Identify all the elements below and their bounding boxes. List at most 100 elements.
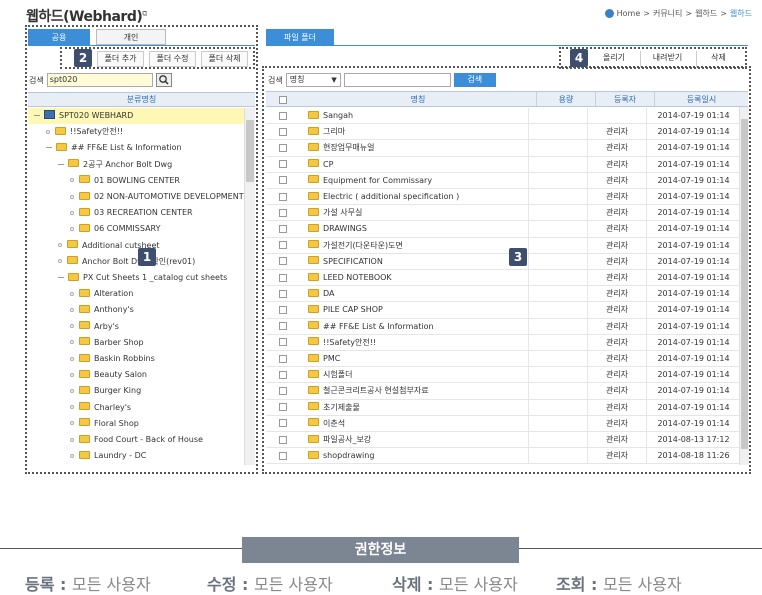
row-checkbox[interactable]	[279, 370, 287, 379]
tree-item[interactable]: Food Court - Back of House	[28, 432, 244, 448]
row-name-cell[interactable]: LEED NOTEBOOK	[300, 270, 528, 285]
row-name-cell[interactable]: 시험폴더	[300, 367, 528, 382]
tree-toggle-icon[interactable]	[58, 163, 64, 165]
row-name-cell[interactable]: 이춘석	[300, 416, 528, 431]
row-name-cell[interactable]: DRAWINGS	[300, 221, 528, 236]
row-checkbox[interactable]	[279, 289, 287, 298]
tab-public[interactable]: 공용	[28, 29, 90, 45]
row-name-cell[interactable]: PMC	[300, 351, 528, 366]
tree-toggle-icon[interactable]	[34, 115, 40, 116]
table-row[interactable]: PILE CAP SHOP 관리자 2014-07-19 01:14	[266, 302, 740, 319]
tree-item[interactable]: 01 BOWLING CENTER	[28, 173, 244, 189]
row-checkbox[interactable]	[279, 160, 287, 169]
upload-button[interactable]: 올리기	[592, 51, 636, 67]
table-row[interactable]: CP 관리자 2014-07-19 01:14	[266, 156, 740, 173]
row-checkbox[interactable]	[279, 192, 287, 201]
table-row[interactable]: LEED NOTEBOOK 관리자 2014-07-19 01:14	[266, 270, 740, 287]
grid-header-date[interactable]: 등록일시	[654, 92, 748, 106]
table-row[interactable]: 가설전기(다운타운)도면 관리자 2014-07-19 01:14	[266, 237, 740, 254]
row-checkbox[interactable]	[279, 257, 287, 266]
row-checkbox[interactable]	[279, 111, 287, 120]
edit-folder-button[interactable]: 폴더 수정	[149, 51, 196, 67]
row-checkbox[interactable]	[279, 435, 287, 444]
table-row[interactable]: DRAWINGS 관리자 2014-07-19 01:14	[266, 221, 740, 238]
row-name-cell[interactable]: shopdrawing	[300, 448, 528, 463]
tree-item[interactable]: Anthony's	[28, 302, 244, 318]
table-row[interactable]: 시험폴더 관리자 2014-07-19 01:14	[266, 367, 740, 384]
grid-header-name[interactable]: 명칭	[300, 92, 536, 106]
tree-item[interactable]: 2공구 Anchor Bolt Dwg	[28, 157, 244, 173]
row-name-cell[interactable]: 가설 사무실	[300, 205, 528, 220]
tree-item[interactable]: Charley's	[28, 400, 244, 416]
row-checkbox[interactable]	[279, 273, 287, 282]
table-row[interactable]: Sangah 2014-07-19 01:14	[266, 108, 740, 125]
grid-scroll-thumb[interactable]	[741, 119, 748, 449]
table-row[interactable]: 파일공사_보강 관리자 2014-08-13 17:12	[266, 432, 740, 449]
row-checkbox[interactable]	[279, 224, 287, 233]
table-row[interactable]: 그리마 관리자 2014-07-19 01:14	[266, 124, 740, 141]
tree-item[interactable]: Burger King	[28, 383, 244, 399]
row-checkbox[interactable]	[279, 143, 287, 152]
file-search-button[interactable]: 검색	[453, 73, 496, 87]
download-button[interactable]: 내려받기	[640, 51, 694, 67]
row-name-cell[interactable]: SPECIFICATION	[300, 254, 528, 269]
tree-item[interactable]: ## FF&E List & Information	[28, 140, 244, 156]
tab-file-folder[interactable]: 파일 폴더	[266, 29, 334, 45]
row-name-cell[interactable]: CP	[300, 157, 528, 172]
row-checkbox[interactable]	[279, 176, 287, 185]
search-icon[interactable]	[155, 73, 172, 87]
breadcrumb-webhard[interactable]: 웹하드	[695, 8, 717, 19]
row-name-cell[interactable]: Equipment for Commissary	[300, 173, 528, 188]
tree-search-input[interactable]: spt020	[46, 73, 153, 87]
grid-scrollbar[interactable]	[739, 107, 749, 465]
tree-item[interactable]: Floral Shop	[28, 416, 244, 432]
row-checkbox[interactable]	[279, 305, 287, 314]
row-checkbox[interactable]	[279, 354, 287, 363]
table-row[interactable]: SPECIFICATION 관리자 2014-07-19 01:14	[266, 253, 740, 270]
tree-toggle-icon[interactable]	[46, 147, 52, 149]
tree-item[interactable]: Laundry - DC	[28, 448, 244, 464]
row-name-cell[interactable]: 현장업무매뉴얼	[300, 140, 528, 155]
row-name-cell[interactable]: Sangah	[300, 108, 528, 123]
row-name-cell[interactable]: ## FF&E List & Information	[300, 319, 528, 334]
delete-file-button[interactable]: 삭제	[696, 51, 740, 67]
tree-item[interactable]: Baskin Robbins	[28, 351, 244, 367]
file-search-input[interactable]	[343, 73, 451, 87]
tree-item[interactable]: 03 RECREATION CENTER	[28, 205, 244, 221]
row-checkbox[interactable]	[279, 322, 287, 331]
tree-item[interactable]: 06 COMMISSARY	[28, 221, 244, 237]
tree-item[interactable]: SPT020 WEBHARD	[28, 108, 244, 124]
table-row[interactable]: Equipment for Commissary 관리자 2014-07-19 01…	[266, 172, 740, 189]
tree-item[interactable]: Barber Shop	[28, 335, 244, 351]
tree-item[interactable]: PX Cut Sheets 1 _catalog cut sheets	[28, 270, 244, 286]
tab-private[interactable]: 개인	[96, 29, 166, 45]
row-name-cell[interactable]: PILE CAP SHOP	[300, 302, 528, 317]
table-row[interactable]: !!Safety안전!! 관리자 2014-07-19 01:14	[266, 334, 740, 351]
table-row[interactable]: 가설 사무실 관리자 2014-07-19 01:14	[266, 205, 740, 222]
table-row[interactable]: PMC 관리자 2014-07-19 01:14	[266, 351, 740, 368]
add-folder-button[interactable]: 폴더 추가	[97, 51, 144, 67]
row-name-cell[interactable]: 초기제출물	[300, 400, 528, 415]
tree-item[interactable]: 02 NON-AUTOMOTIVE DEVELOPMENT C	[28, 189, 244, 205]
row-checkbox[interactable]	[279, 208, 287, 217]
tree-toggle-icon[interactable]	[58, 277, 64, 278]
row-name-cell[interactable]: Electric ( additional specification )	[300, 189, 528, 204]
row-checkbox[interactable]	[279, 386, 287, 395]
table-row[interactable]: 초기제출물 관리자 2014-07-19 01:14	[266, 399, 740, 416]
home-icon[interactable]	[604, 9, 614, 18]
breadcrumb-community[interactable]: 커뮤니티	[653, 8, 682, 19]
row-name-cell[interactable]: 가설전기(다운타운)도면	[300, 238, 528, 253]
select-all-checkbox[interactable]	[279, 95, 287, 104]
table-row[interactable]: shopdrawing 관리자 2014-08-18 11:26	[266, 448, 740, 465]
tree-scroll-thumb[interactable]	[246, 120, 254, 182]
row-checkbox[interactable]	[279, 403, 287, 412]
row-checkbox[interactable]	[279, 451, 287, 460]
row-name-cell[interactable]: 철근콘크리트공사 현설첨부자료	[300, 383, 528, 398]
row-checkbox[interactable]	[279, 338, 287, 347]
tree-item[interactable]: Additional cutsheet	[28, 238, 244, 254]
table-row[interactable]: Electric ( additional specification ) 관리자…	[266, 189, 740, 206]
row-checkbox[interactable]	[279, 419, 287, 428]
grid-header-size[interactable]: 용량	[536, 92, 595, 106]
grid-header-check[interactable]	[266, 92, 300, 106]
table-row[interactable]: 현장업무매뉴얼 관리자 2014-07-19 01:14	[266, 140, 740, 157]
